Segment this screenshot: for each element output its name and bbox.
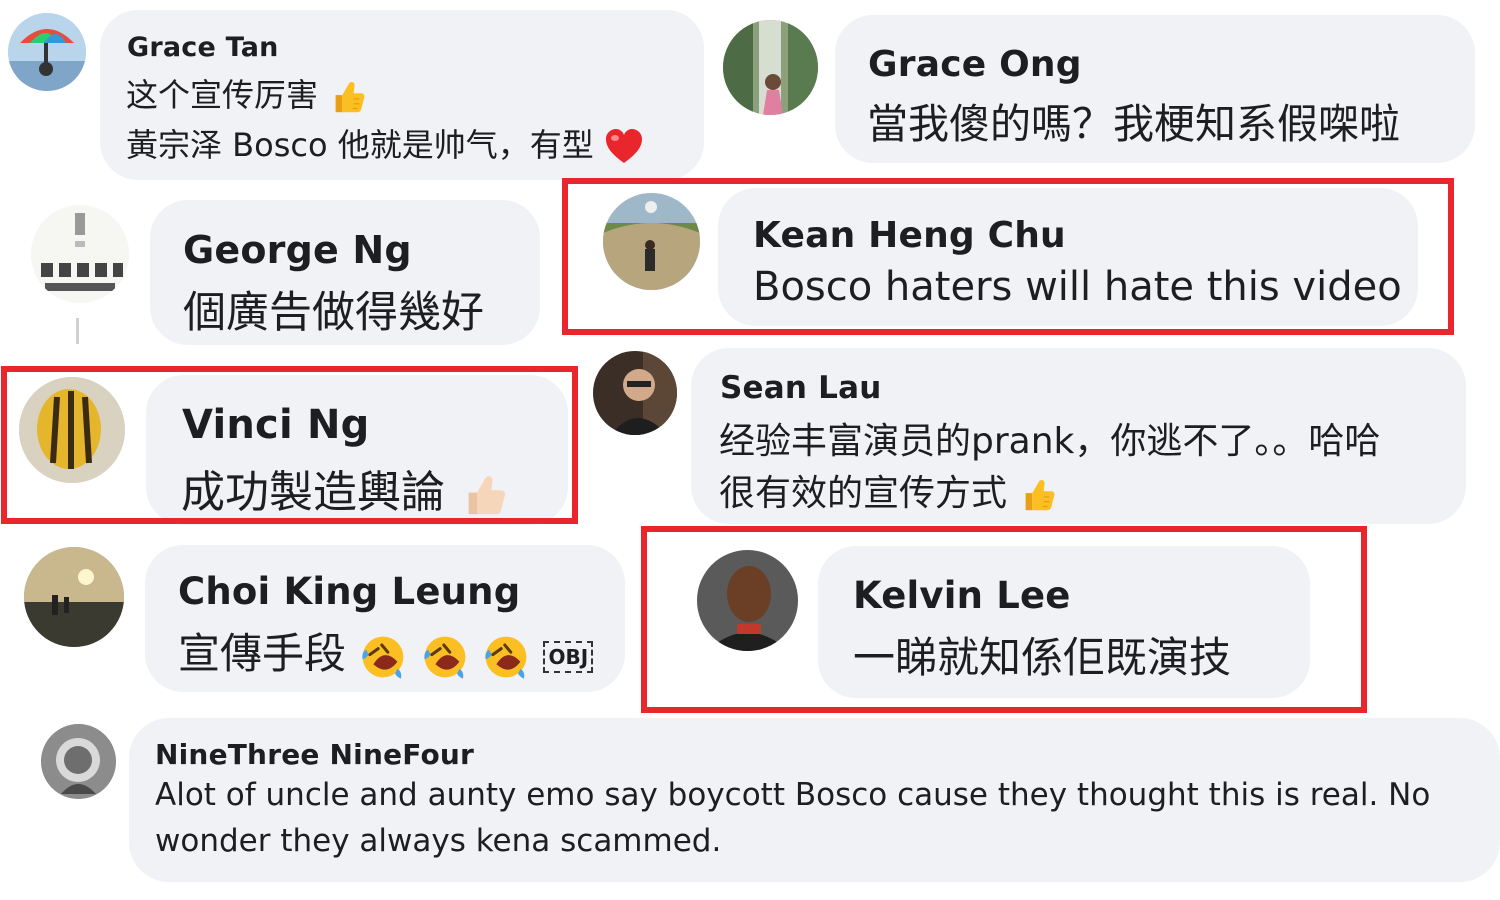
author-name[interactable]: Choi King Leung — [178, 570, 520, 613]
author-name[interactable]: Grace Ong — [868, 44, 1082, 85]
object-replacement-glyph: OBJ — [543, 640, 594, 673]
thread-line — [76, 318, 79, 344]
comment-text: 经验丰富演员的prank，你逃不了。。哈哈 — [719, 421, 1381, 462]
avatar[interactable] — [31, 205, 129, 303]
comment-text: Alot of uncle and aunty emo say boycott … — [155, 777, 1431, 813]
avatar[interactable] — [593, 351, 677, 435]
avatar[interactable] — [8, 13, 86, 91]
comment-text: 個廣告做得幾好 — [183, 288, 484, 338]
highlight-box — [562, 178, 1454, 335]
comment-text: 黃宗泽 Bosco 他就是帅气，有型 — [126, 120, 644, 167]
rofl-icon — [359, 633, 407, 681]
author-name[interactable]: Sean Lau — [720, 370, 881, 406]
author-name[interactable]: NineThree NineFour — [155, 738, 474, 771]
thumbs-up-icon — [328, 78, 366, 116]
comment-text: 这个宣传厉害 — [126, 70, 366, 116]
comment-text: 很有效的宣传方式 — [719, 464, 1056, 516]
comment-text: 當我傻的嗎？我梗知系假㗎啦 — [867, 100, 1400, 148]
highlight-box — [1, 366, 578, 524]
rofl-icon — [421, 633, 469, 681]
author-name[interactable]: George Ng — [183, 228, 412, 272]
author-name[interactable]: Grace Tan — [127, 32, 279, 63]
avatar[interactable] — [24, 547, 124, 647]
highlight-box — [641, 526, 1367, 713]
comment-text: 宣傳手段 OBJ — [178, 620, 594, 681]
rofl-icon — [482, 633, 530, 681]
thumbs-up-icon — [1018, 476, 1056, 514]
heart-icon — [604, 127, 644, 167]
avatar[interactable] — [41, 724, 116, 799]
avatar[interactable] — [723, 20, 818, 115]
comment-text: wonder they always kena scammed. — [155, 823, 722, 859]
